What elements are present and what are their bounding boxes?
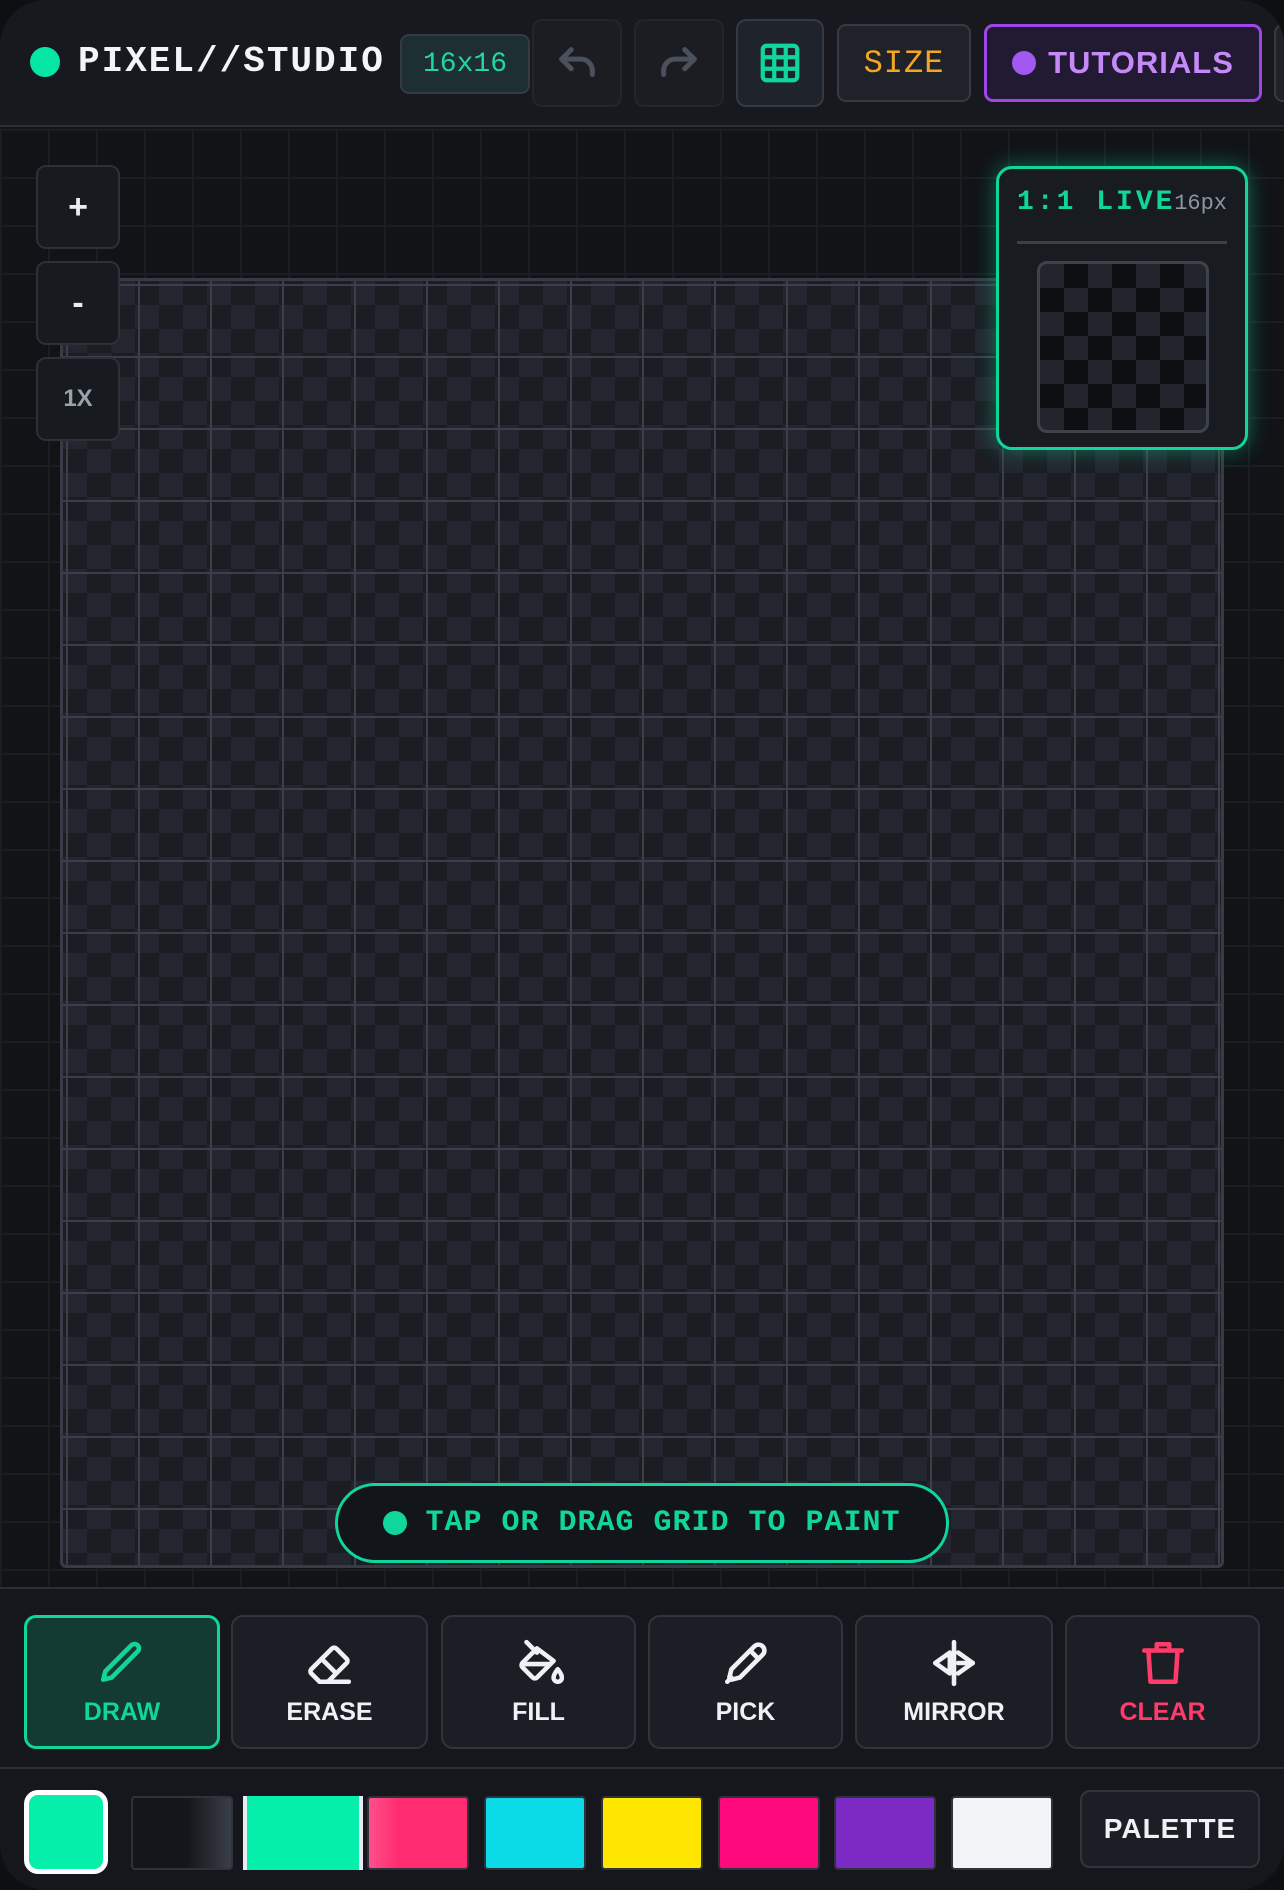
tool-erase-label: ERASE bbox=[286, 1697, 373, 1726]
zoom-reset-button[interactable]: 1X bbox=[36, 357, 120, 441]
preview-image bbox=[1037, 261, 1209, 433]
hint-dot-icon bbox=[383, 1511, 408, 1535]
paint-bucket-icon bbox=[518, 1639, 564, 1684]
preview-divider bbox=[1017, 241, 1227, 244]
top-bar: PIXEL//STUDIO 16x16 SIZE TUTORIALS bbox=[0, 0, 1284, 127]
color-swatch[interactable] bbox=[718, 1796, 820, 1870]
app-frame: PIXEL//STUDIO 16x16 SIZE TUTORIALS + - 1… bbox=[0, 0, 1284, 1890]
eraser-icon bbox=[307, 1644, 351, 1684]
size-button[interactable]: SIZE bbox=[837, 24, 971, 102]
color-swatch[interactable] bbox=[834, 1796, 936, 1870]
tool-erase-button[interactable]: ERASE bbox=[231, 1615, 428, 1749]
status-dot bbox=[30, 47, 60, 77]
preview-title: 1:1 LIVE bbox=[1017, 187, 1176, 218]
tool-mirror-label: MIRROR bbox=[903, 1697, 1005, 1726]
eyedropper-icon bbox=[724, 1641, 767, 1684]
palette-bar: PALETTE bbox=[0, 1767, 1284, 1890]
canvas-size-badge: 16x16 bbox=[400, 34, 530, 94]
live-preview-panel: 1:1 LIVE 16px bbox=[996, 166, 1248, 450]
canvas-grid-overlay bbox=[63, 281, 1221, 1565]
tool-pick-label: PICK bbox=[715, 1697, 776, 1726]
tutorials-button[interactable]: TUTORIALS bbox=[984, 24, 1262, 102]
grid-icon bbox=[760, 43, 800, 83]
color-swatch[interactable] bbox=[951, 1796, 1053, 1870]
grid-toggle-button[interactable] bbox=[736, 19, 824, 107]
zoom-out-button[interactable]: - bbox=[36, 261, 120, 345]
redo-button[interactable] bbox=[634, 19, 724, 107]
color-swatch[interactable] bbox=[601, 1796, 703, 1870]
tool-clear-button[interactable]: CLEAR bbox=[1065, 1615, 1260, 1749]
color-swatch[interactable] bbox=[131, 1796, 233, 1870]
app-title: PIXEL//STUDIO bbox=[78, 41, 385, 82]
palette-button[interactable]: PALETTE bbox=[1080, 1790, 1260, 1868]
undo-icon bbox=[559, 47, 595, 77]
redo-icon bbox=[661, 47, 697, 77]
tool-draw-button[interactable]: DRAW bbox=[24, 1615, 220, 1749]
tutorials-label: TUTORIALS bbox=[1048, 45, 1234, 80]
tool-draw-label: DRAW bbox=[83, 1697, 161, 1726]
overflow-button[interactable] bbox=[1274, 24, 1284, 102]
tool-fill-button[interactable]: FILL bbox=[441, 1615, 636, 1749]
pixel-canvas[interactable] bbox=[60, 278, 1224, 1568]
hint-text: TAP OR DRAG GRID TO PAINT bbox=[425, 1506, 901, 1540]
trash-icon bbox=[1141, 1641, 1184, 1684]
current-color-swatch[interactable] bbox=[24, 1790, 108, 1874]
tool-fill-label: FILL bbox=[512, 1697, 565, 1726]
tools-bar: DRAW ERASE FILL PICK MIRROR CLEAR bbox=[0, 1587, 1284, 1767]
color-swatch[interactable] bbox=[484, 1796, 586, 1870]
color-swatch[interactable] bbox=[367, 1796, 469, 1870]
pencil-icon bbox=[100, 1641, 142, 1682]
workspace: + - 1X 1:1 LIVE 16px TAP OR DRAG GRID TO… bbox=[0, 129, 1284, 1587]
tool-clear-label: CLEAR bbox=[1119, 1697, 1206, 1726]
color-swatch[interactable] bbox=[243, 1796, 363, 1870]
mirror-icon bbox=[932, 1639, 976, 1686]
zoom-in-button[interactable]: + bbox=[36, 165, 120, 249]
tool-pick-button[interactable]: PICK bbox=[648, 1615, 843, 1749]
paint-hint: TAP OR DRAG GRID TO PAINT bbox=[335, 1483, 949, 1563]
undo-button[interactable] bbox=[532, 19, 622, 107]
preview-size: 16px bbox=[1174, 191, 1227, 216]
tutorials-dot-icon bbox=[1012, 51, 1037, 75]
tool-mirror-button[interactable]: MIRROR bbox=[855, 1615, 1053, 1749]
